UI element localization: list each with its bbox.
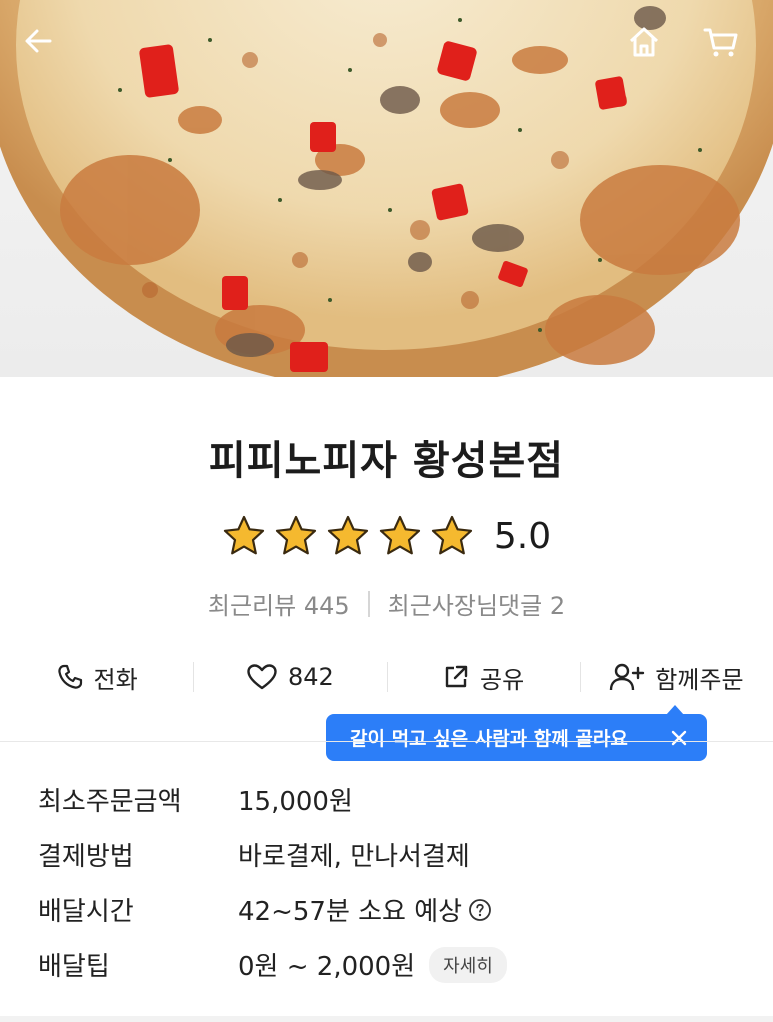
arrow-left-icon [25, 29, 52, 53]
call-button[interactable]: 전화 [0, 650, 193, 704]
info-value: 바로결제, 만나서결제 [238, 842, 470, 872]
home-button[interactable] [626, 24, 674, 72]
star-icon [327, 515, 368, 555]
delivery-tip-value-wrap: 0원 ~ 2,000원 자세히 [238, 946, 507, 983]
info-value: 15,000원 [238, 787, 353, 817]
store-info: 최소주문금액 15,000원 결제방법 바로결제, 만나서결제 배달시간 42~… [38, 772, 738, 992]
heart-icon [247, 664, 277, 690]
info-label: 결제방법 [38, 842, 134, 872]
call-label: 전화 [93, 665, 138, 694]
star-icon [223, 515, 264, 555]
star-icon [431, 515, 472, 555]
favorite-count: 842 [287, 663, 334, 691]
star-icon [275, 515, 316, 555]
tooltip-close-button[interactable] [665, 724, 693, 752]
close-icon [671, 730, 687, 746]
share-label: 공유 [480, 665, 525, 694]
section-divider [0, 741, 773, 742]
rating-value: 5.0 [493, 515, 552, 557]
store-name: 피피노피자 황성본점 [208, 438, 565, 484]
group-order-tooltip: 같이 먹고 싶은 사람과 함께 골라요 [326, 705, 707, 761]
favorite-button[interactable]: 842 [193, 650, 386, 704]
delivery-time-row: 배달시간 42~57분 소요 예상 [38, 882, 738, 937]
rating-row: 5.0 [0, 510, 773, 562]
divider [367, 590, 370, 617]
info-label: 배달시간 [38, 897, 134, 927]
group-order-button[interactable]: 함께주문 [579, 650, 773, 704]
owner-comments-link[interactable]: 최근사장님댓글 2 [388, 586, 565, 621]
delivery-tip-row: 배달팁 0원 ~ 2,000원 자세히 [38, 937, 738, 992]
back-button[interactable] [22, 24, 70, 72]
share-button[interactable]: 공유 [386, 650, 580, 704]
rating-stars [222, 514, 474, 558]
cart-button[interactable] [702, 24, 750, 72]
section-divider [0, 1016, 773, 1022]
home-icon [629, 27, 659, 57]
add-person-icon [610, 663, 645, 691]
min-order-row: 최소주문금액 15,000원 [38, 772, 738, 827]
info-value: 0원 ~ 2,000원 [238, 952, 416, 982]
phone-icon [57, 664, 82, 689]
help-icon[interactable] [468, 898, 492, 922]
payment-row: 결제방법 바로결제, 만나서결제 [38, 827, 738, 882]
cart-icon [703, 28, 738, 57]
delivery-tip-detail-button[interactable]: 자세히 [429, 946, 507, 983]
review-summary: 최근리뷰 445 최근사장님댓글 2 [0, 586, 773, 621]
tooltip-text: 같이 먹고 싶은 사람과 함께 골라요 [350, 728, 628, 750]
info-label: 배달팁 [38, 952, 110, 982]
hero-image [0, 0, 773, 377]
info-value: 42~57분 소요 예상 [238, 897, 463, 927]
group-order-label: 함께주문 [655, 665, 744, 694]
action-bar: 전화 842 공유 함께주문 [0, 650, 773, 704]
recent-reviews-link[interactable]: 최근리뷰 445 [208, 586, 350, 621]
delivery-time-value-wrap: 42~57분 소요 예상 [238, 891, 492, 928]
share-icon [445, 665, 468, 688]
info-label: 최소주문금액 [38, 787, 182, 817]
star-icon [379, 515, 420, 555]
